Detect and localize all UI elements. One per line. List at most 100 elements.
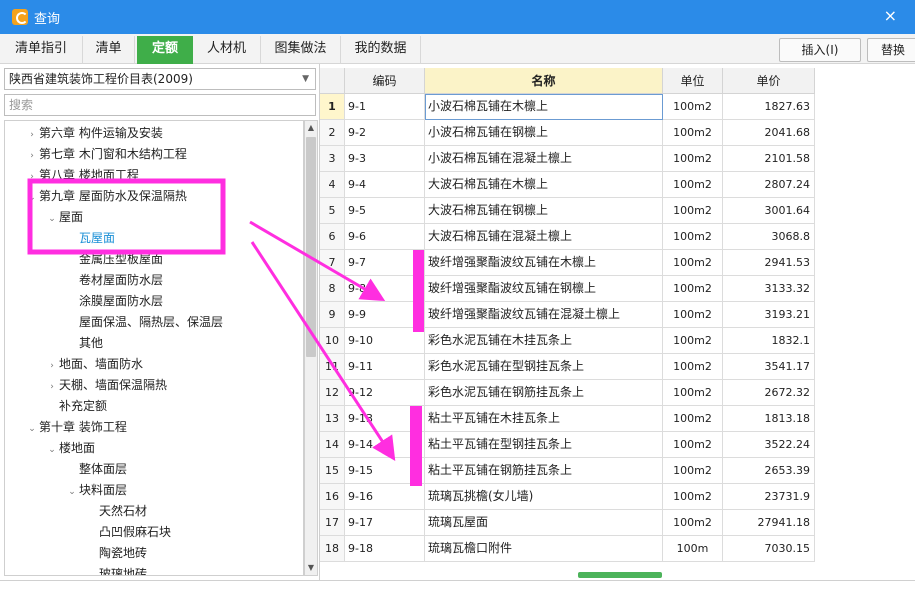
cell-name[interactable]: 玻纤增强聚酯波纹瓦铺在木檩上 xyxy=(425,250,663,276)
tree-node[interactable]: 涂膜屋面防水层 xyxy=(65,291,163,312)
row-number[interactable]: 14 xyxy=(320,432,345,458)
row-number[interactable]: 17 xyxy=(320,510,345,536)
cell-price[interactable]: 3068.8 xyxy=(723,224,815,250)
cell-code[interactable]: 9-1 xyxy=(345,94,425,120)
chevron-down-icon[interactable]: ⌄ xyxy=(25,419,39,440)
cell-unit[interactable]: 100m2 xyxy=(663,198,723,224)
cell-unit[interactable]: 100m2 xyxy=(663,172,723,198)
tree-node[interactable]: 其他 xyxy=(65,333,103,354)
cell-unit[interactable]: 100m2 xyxy=(663,94,723,120)
tree-node[interactable]: 天然石材 xyxy=(85,501,147,522)
cell-code[interactable]: 9-17 xyxy=(345,510,425,536)
cell-price[interactable]: 1827.63 xyxy=(723,94,815,120)
row-number[interactable]: 3 xyxy=(320,146,345,172)
tree-node[interactable]: 陶瓷地砖 xyxy=(85,543,147,564)
cell-code[interactable]: 9-11 xyxy=(345,354,425,380)
tab-atlas-method[interactable]: 图集做法 xyxy=(261,36,341,64)
cell-code[interactable]: 9-15 xyxy=(345,458,425,484)
row-number[interactable]: 13 xyxy=(320,406,345,432)
tree-node[interactable]: 屋面保温、隔热层、保温层 xyxy=(65,312,223,333)
grid-scroll-grip[interactable] xyxy=(578,572,662,578)
cell-price[interactable]: 2101.58 xyxy=(723,146,815,172)
cell-code[interactable]: 9-8 xyxy=(345,276,425,302)
chevron-right-icon[interactable]: › xyxy=(25,125,39,146)
cell-code[interactable]: 9-2 xyxy=(345,120,425,146)
tree-node[interactable]: ⌄ 楼地面 xyxy=(45,438,95,459)
tree-node[interactable]: 整体面层 xyxy=(65,459,127,480)
cell-name[interactable]: 玻纤增强聚酯波纹瓦铺在混凝土檩上 xyxy=(425,302,663,328)
row-number[interactable]: 1 xyxy=(320,94,345,120)
tree-node[interactable]: 瓦屋面 xyxy=(65,228,115,249)
row-number[interactable]: 5 xyxy=(320,198,345,224)
scroll-down-icon[interactable]: ▼ xyxy=(305,561,317,575)
cell-unit[interactable]: 100m2 xyxy=(663,120,723,146)
cell-name[interactable]: 大波石棉瓦铺在木檩上 xyxy=(425,172,663,198)
tab-bill[interactable]: 清单 xyxy=(83,36,135,64)
tree-node[interactable]: › 天棚、墙面保温隔热 xyxy=(45,375,167,396)
cell-name[interactable]: 彩色水泥瓦铺在型钢挂瓦条上 xyxy=(425,354,663,380)
cell-name[interactable]: 琉璃瓦屋面 xyxy=(425,510,663,536)
cell-name[interactable]: 粘土平瓦铺在钢筋挂瓦条上 xyxy=(425,458,663,484)
chevron-right-icon[interactable]: › xyxy=(25,167,39,188)
database-select[interactable]: 陕西省建筑装饰工程价目表(2009) ▼ xyxy=(4,68,316,90)
column-header-code[interactable]: 编码 xyxy=(345,68,425,94)
tab-quota[interactable]: 定额 xyxy=(137,36,193,64)
cell-unit[interactable]: 100m xyxy=(663,536,723,562)
chevron-down-icon[interactable]: ⌄ xyxy=(45,440,59,461)
cell-price[interactable]: 3522.24 xyxy=(723,432,815,458)
cell-code[interactable]: 9-12 xyxy=(345,380,425,406)
tree-node[interactable]: 卷材屋面防水层 xyxy=(65,270,163,291)
cell-name[interactable]: 玻纤增强聚酯波纹瓦铺在钢檩上 xyxy=(425,276,663,302)
cell-price[interactable]: 2672.32 xyxy=(723,380,815,406)
row-number[interactable]: 11 xyxy=(320,354,345,380)
chevron-down-icon[interactable]: ⌄ xyxy=(65,482,79,503)
search-input[interactable] xyxy=(4,94,316,116)
column-header-price[interactable]: 单价 xyxy=(723,68,815,94)
cell-unit[interactable]: 100m2 xyxy=(663,224,723,250)
cell-name[interactable]: 大波石棉瓦铺在钢檩上 xyxy=(425,198,663,224)
tree-scrollbar[interactable]: ▲ ▼ xyxy=(304,120,318,576)
cell-unit[interactable]: 100m2 xyxy=(663,510,723,536)
cell-unit[interactable]: 100m2 xyxy=(663,328,723,354)
cell-price[interactable]: 2653.39 xyxy=(723,458,815,484)
tree-node[interactable]: ⌄ 屋面 xyxy=(45,207,83,228)
chevron-right-icon[interactable]: › xyxy=(45,356,59,377)
tab-my-data[interactable]: 我的数据 xyxy=(341,36,421,64)
row-number[interactable]: 6 xyxy=(320,224,345,250)
cell-code[interactable]: 9-18 xyxy=(345,536,425,562)
cell-code[interactable]: 9-4 xyxy=(345,172,425,198)
row-number[interactable]: 12 xyxy=(320,380,345,406)
cell-name[interactable]: 大波石棉瓦铺在混凝土檩上 xyxy=(425,224,663,250)
row-number[interactable]: 7 xyxy=(320,250,345,276)
tree-node[interactable]: › 第七章 木门窗和木结构工程 xyxy=(25,144,187,165)
cell-price[interactable]: 3001.64 xyxy=(723,198,815,224)
tree-node[interactable]: › 第八章 楼地面工程 xyxy=(25,165,139,186)
cell-price[interactable]: 2041.68 xyxy=(723,120,815,146)
column-header-name[interactable]: 名称 xyxy=(425,68,663,94)
cell-unit[interactable]: 100m2 xyxy=(663,458,723,484)
chevron-right-icon[interactable]: › xyxy=(25,146,39,167)
cell-name[interactable]: 小波石棉瓦铺在混凝土檩上 xyxy=(425,146,663,172)
cell-unit[interactable]: 100m2 xyxy=(663,146,723,172)
tree-node[interactable]: 凸凹假麻石块 xyxy=(85,522,171,543)
cell-code[interactable]: 9-5 xyxy=(345,198,425,224)
cell-code[interactable]: 9-7 xyxy=(345,250,425,276)
tab-bill-guide[interactable]: 清单指引 xyxy=(0,36,83,64)
insert-button[interactable]: 插入(I) xyxy=(779,38,861,62)
tree-node[interactable]: 玻璃地砖 xyxy=(85,564,147,575)
cell-name[interactable]: 粘土平瓦铺在型钢挂瓦条上 xyxy=(425,432,663,458)
cell-code[interactable]: 9-3 xyxy=(345,146,425,172)
cell-unit[interactable]: 100m2 xyxy=(663,406,723,432)
cell-unit[interactable]: 100m2 xyxy=(663,250,723,276)
scroll-up-icon[interactable]: ▲ xyxy=(305,121,317,135)
cell-price[interactable]: 1813.18 xyxy=(723,406,815,432)
scrollbar-thumb[interactable] xyxy=(306,137,316,357)
chevron-down-icon[interactable]: ▼ xyxy=(302,69,309,89)
tree-node[interactable]: › 地面、墙面防水 xyxy=(45,354,143,375)
cell-name[interactable]: 彩色水泥瓦铺在钢筋挂瓦条上 xyxy=(425,380,663,406)
cell-code[interactable]: 9-10 xyxy=(345,328,425,354)
cell-unit[interactable]: 100m2 xyxy=(663,380,723,406)
row-number[interactable]: 4 xyxy=(320,172,345,198)
cell-name[interactable]: 彩色水泥瓦铺在木挂瓦条上 xyxy=(425,328,663,354)
row-number[interactable]: 10 xyxy=(320,328,345,354)
